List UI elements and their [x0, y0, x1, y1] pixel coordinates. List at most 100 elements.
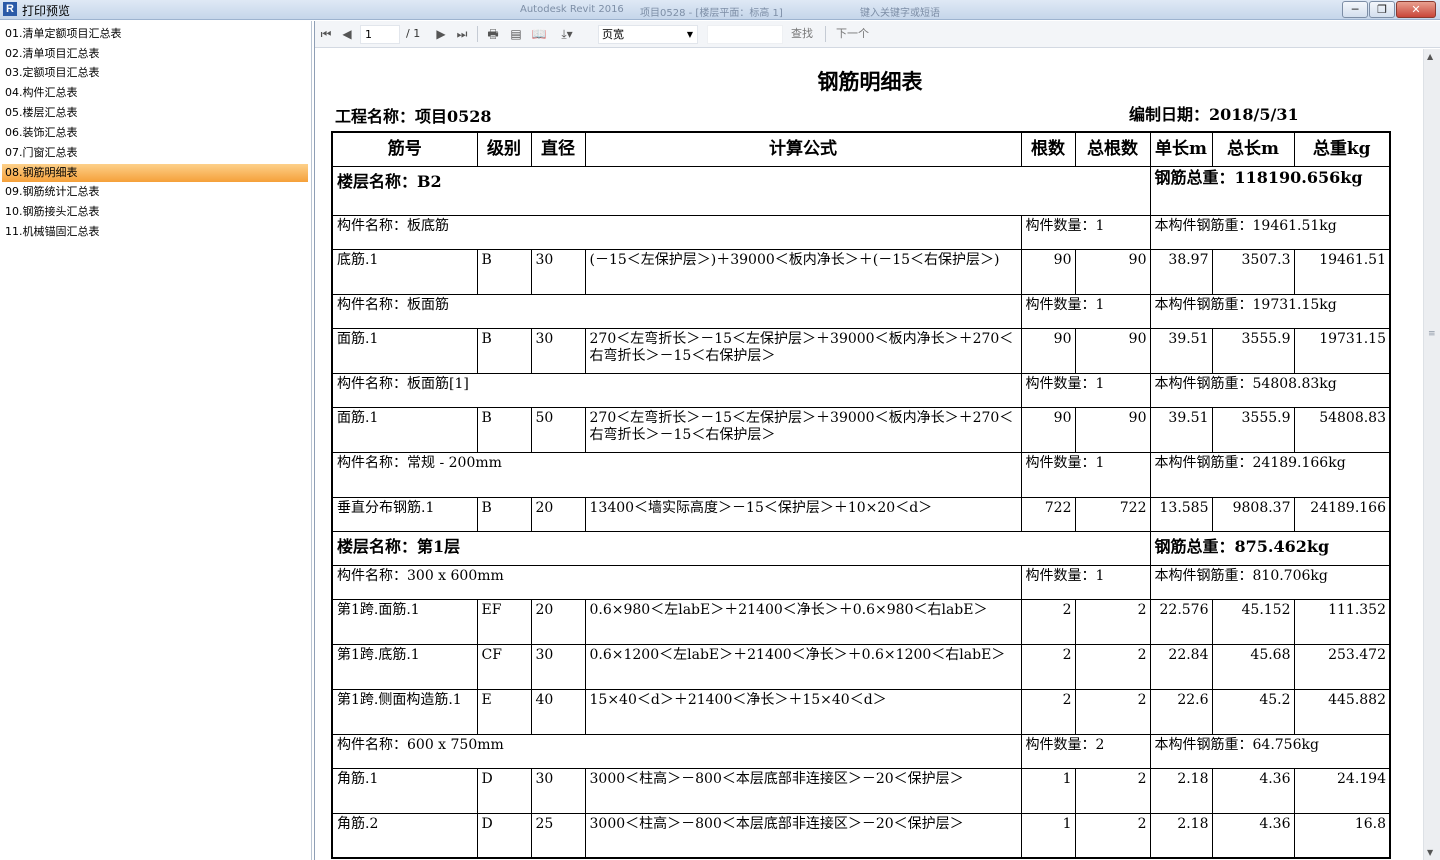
last-page-icon[interactable]: ⏭ [454, 26, 470, 42]
rebar-detail-table: 筋号 级别 直径 计算公式 根数 总根数 单长m 总长m 总重kg 楼层名称：B… [331, 131, 1391, 859]
minimize-button[interactable]: ─ [1342, 1, 1368, 18]
toolbar-separator [477, 26, 478, 42]
bar-count: 90 [1020, 406, 1076, 453]
bar-total-length: 3507.3 [1211, 248, 1295, 295]
scroll-thumb[interactable]: ≡ [1428, 330, 1436, 339]
column-header: 根数 [1020, 131, 1076, 167]
table-row: 角筋.2 D 25 3000＜柱高＞－800＜本层底部非连接区＞－20＜保护层＞… [331, 812, 1391, 859]
bar-count: 722 [1020, 496, 1076, 532]
sidebar-item-louceng[interactable]: 05.楼层汇总表 [2, 104, 308, 122]
component-count: 构件数量：1 [1020, 451, 1151, 498]
report-date: 编制日期：2018/5/31 [1129, 105, 1299, 124]
sidebar-item-menchuang[interactable]: 07.门窗汇总表 [2, 144, 308, 162]
bar-diameter: 30 [530, 248, 586, 295]
component-count: 构件数量：2 [1020, 733, 1151, 769]
bar-total-count: 90 [1074, 248, 1151, 295]
sidebar-item-dinge[interactable]: 03.定额项目汇总表 [2, 64, 308, 82]
bar-grade: B [476, 406, 532, 453]
sidebar-item-qingdan[interactable]: 02.清单项目汇总表 [2, 45, 308, 63]
restore-button[interactable]: ❐ [1369, 1, 1395, 18]
bar-unit-length: 39.51 [1149, 327, 1213, 374]
component-weight: 本构件钢筋重：810.706kg [1149, 564, 1391, 600]
bar-unit-length: 22.576 [1149, 598, 1213, 645]
print-preview-pane: ⏮ ◀ 1 / 1 ▶ ⏭ 🖶 ▤ 📖 ⤓▾ 页宽 ▼ 查找 下一个 ▲ ≡ ▼… [314, 21, 1440, 860]
table-row: 第1跨.侧面构造筋.1 E 40 15×40＜d＞＋21400＜净长＞＋15×4… [331, 688, 1391, 735]
bar-total-weight: 445.882 [1293, 688, 1391, 735]
preview-toolbar: ⏮ ◀ 1 / 1 ▶ ⏭ 🖶 ▤ 📖 ⤓▾ 页宽 ▼ 查找 下一个 [315, 21, 1440, 48]
prev-page-icon[interactable]: ◀ [339, 26, 355, 42]
component-name: 构件名称：常规 - 200mm [331, 451, 1022, 498]
floor-total-weight: 钢筋总重：118190.656kg [1149, 165, 1391, 216]
table-row: 面筋.1 B 30 270＜左弯折长＞－15＜左保护层＞＋39000＜板内净长＞… [331, 327, 1391, 374]
bar-unit-length: 13.585 [1149, 496, 1213, 532]
find-button[interactable]: 查找 [791, 26, 813, 42]
component-row: 构件名称：板面筋[1] 构件数量：1 本构件钢筋重：54808.83kg [331, 372, 1391, 408]
faint-app-title: Autodesk Revit 2016 [520, 4, 624, 15]
bar-id: 第1跨.面筋.1 [331, 598, 478, 645]
page-setup-icon[interactable]: ▤ [508, 26, 524, 42]
find-next-button[interactable]: 下一个 [836, 26, 869, 42]
floor-total-weight: 钢筋总重：875.462kg [1149, 530, 1391, 566]
floor-name: 楼层名称：B2 [331, 165, 1151, 216]
scroll-down-icon[interactable]: ▼ [1427, 848, 1433, 857]
first-page-icon[interactable]: ⏮ [318, 26, 334, 42]
bar-count: 90 [1020, 248, 1076, 295]
bar-total-count: 90 [1074, 406, 1151, 453]
find-input[interactable] [707, 25, 783, 44]
window-controls: ─ ❐ ✕ [1342, 1, 1436, 18]
bar-total-weight: 111.352 [1293, 598, 1391, 645]
sidebar-item-gangjin-jietou[interactable]: 10.钢筋接头汇总表 [2, 203, 308, 221]
bar-total-count: 2 [1074, 767, 1151, 814]
column-header: 计算公式 [584, 131, 1022, 167]
column-header: 总长m [1211, 131, 1295, 167]
window-titlebar: R 打印预览 Autodesk Revit 2016 项目0528 - [楼层平… [0, 0, 1440, 20]
bar-id: 底筋.1 [331, 248, 478, 295]
bar-id: 第1跨.底筋.1 [331, 643, 478, 690]
page-number-input[interactable]: 1 [360, 25, 400, 44]
bar-diameter: 25 [530, 812, 586, 859]
component-name: 构件名称：300 x 600mm [331, 564, 1022, 600]
zoom-select[interactable]: 页宽 ▼ [598, 25, 698, 44]
window-title: 打印预览 [22, 4, 71, 18]
table-row: 角筋.1 D 30 3000＜柱高＞－800＜本层底部非连接区＞－20＜保护层＞… [331, 767, 1391, 814]
bar-count: 1 [1020, 767, 1076, 814]
bar-total-count: 2 [1074, 688, 1151, 735]
sidebar-item-goujian[interactable]: 04.构件汇总表 [2, 84, 308, 102]
report-title: 钢筋明细表 [817, 69, 923, 94]
sidebar-item-gangjin-mingxi[interactable]: 08.钢筋明细表 [2, 164, 308, 182]
table-row: 第1跨.底筋.1 CF 30 0.6×1200＜左labE＞＋21400＜净长＞… [331, 643, 1391, 690]
column-header: 筋号 [331, 131, 478, 167]
component-weight: 本构件钢筋重：19461.51kg [1149, 214, 1391, 250]
bar-grade: D [476, 812, 532, 859]
app-icon: R [3, 2, 17, 16]
page-total: / 1 [406, 27, 421, 40]
bar-count: 2 [1020, 688, 1076, 735]
export-icon[interactable]: ⤓▾ [555, 26, 579, 42]
component-row: 构件名称：板面筋 构件数量：1 本构件钢筋重：19731.15kg [331, 293, 1391, 329]
column-header: 直径 [530, 131, 586, 167]
sidebar-item-gangjin-tongji[interactable]: 09.钢筋统计汇总表 [2, 183, 308, 201]
bar-total-count: 722 [1074, 496, 1151, 532]
component-count: 构件数量：1 [1020, 372, 1151, 408]
bar-diameter: 50 [530, 406, 586, 453]
floor-row: 楼层名称：B2 钢筋总重：118190.656kg [331, 165, 1391, 216]
floor-row: 楼层名称：第1层 钢筋总重：875.462kg [331, 530, 1391, 566]
book-icon[interactable]: 📖 [531, 26, 547, 42]
sidebar-item-zhuangshi[interactable]: 06.装饰汇总表 [2, 124, 308, 142]
vertical-scrollbar[interactable]: ▲ ≡ ▼ [1423, 49, 1440, 860]
close-button[interactable]: ✕ [1396, 1, 1436, 18]
bar-grade: D [476, 767, 532, 814]
sidebar-item-jixie-maogu[interactable]: 11.机械锚固汇总表 [2, 223, 308, 241]
bar-count: 2 [1020, 643, 1076, 690]
table-row: 面筋.1 B 50 270＜左弯折长＞－15＜左保护层＞＋39000＜板内净长＞… [331, 406, 1391, 453]
table-row: 第1跨.面筋.1 EF 20 0.6×980＜左labE＞＋21400＜净长＞＋… [331, 598, 1391, 645]
column-header: 总重kg [1293, 131, 1391, 167]
sidebar-item-qingdan-dinge[interactable]: 01.清单定额项目汇总表 [2, 25, 308, 43]
bar-formula: 0.6×1200＜左labE＞＋21400＜净长＞＋0.6×1200＜右labE… [584, 643, 1022, 690]
print-icon[interactable]: 🖶 [485, 26, 501, 42]
report-list-sidebar: 01.清单定额项目汇总表 02.清单项目汇总表 03.定额项目汇总表 04.构件… [0, 21, 312, 860]
next-page-icon[interactable]: ▶ [433, 26, 449, 42]
scroll-up-icon[interactable]: ▲ [1427, 52, 1433, 61]
bar-grade: EF [476, 598, 532, 645]
floor-name: 楼层名称：第1层 [331, 530, 1151, 566]
